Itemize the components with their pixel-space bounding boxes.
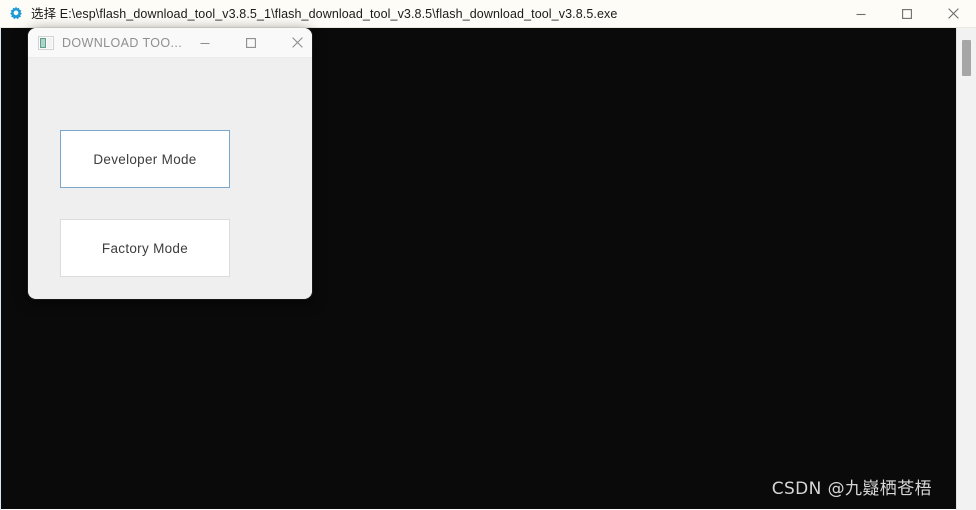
maximize-icon (245, 37, 257, 49)
window-titlebar[interactable]: 选择 E:\esp\flash_download_tool_v3.8.5_1\f… (0, 0, 976, 28)
dialog-title: DOWNLOAD TOO... (62, 35, 183, 50)
download-tool-dialog: DOWNLOAD TOO... Developer Mode Factory M… (28, 28, 312, 299)
dialog-body: Developer Mode Factory Mode (28, 58, 312, 298)
console-scrollbar[interactable] (956, 28, 976, 510)
close-icon (291, 36, 304, 49)
factory-mode-button[interactable]: Factory Mode (60, 219, 230, 277)
maximize-icon (901, 8, 913, 20)
csdn-watermark: CSDN @九嶷栖苍梧 (771, 479, 932, 499)
console-window: 选择 E:\esp\flash_download_tool_v3.8.5_1\f… (0, 0, 976, 510)
dialog-maximize-button[interactable] (228, 28, 274, 58)
dialog-titlebar[interactable]: DOWNLOAD TOO... (28, 28, 312, 58)
close-icon (947, 7, 960, 20)
developer-mode-label: Developer Mode (93, 151, 197, 167)
close-button[interactable] (930, 0, 976, 28)
factory-mode-label: Factory Mode (101, 240, 189, 256)
developer-mode-button[interactable]: Developer Mode (60, 130, 230, 188)
dialog-minimize-button[interactable] (182, 28, 228, 58)
download-tool-app-icon (38, 35, 54, 51)
minimize-button[interactable] (838, 0, 884, 28)
minimize-icon (199, 37, 211, 49)
gear-icon (8, 6, 24, 22)
window-title: 选择 E:\esp\flash_download_tool_v3.8.5_1\f… (31, 6, 618, 21)
console-scrollbar-thumb[interactable] (962, 40, 971, 76)
minimize-icon (855, 8, 867, 20)
maximize-button[interactable] (884, 0, 930, 28)
dialog-close-button[interactable] (274, 28, 312, 58)
